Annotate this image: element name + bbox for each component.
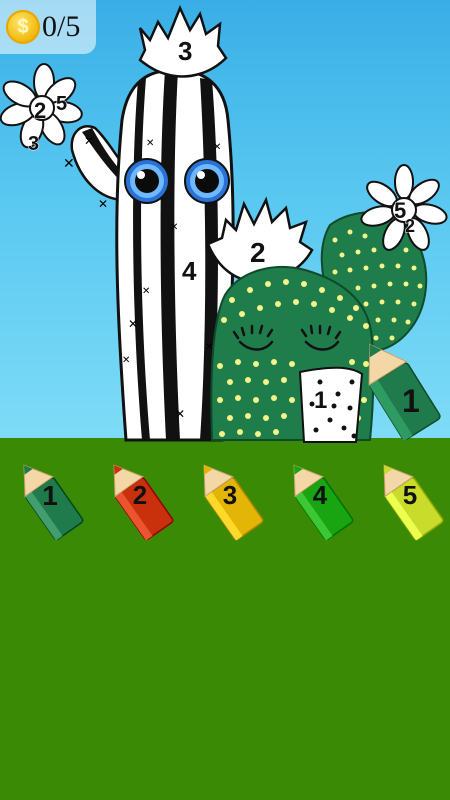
svg-text:✕: ✕: [84, 134, 94, 148]
pencil-label: 4: [312, 480, 328, 510]
svg-text:✕: ✕: [142, 286, 150, 297]
svg-text:✕: ✕: [170, 222, 178, 233]
svg-text:✕: ✕: [175, 407, 185, 421]
pencil-1[interactable]: 1: [2, 452, 92, 542]
region-label-tall-top: 3: [178, 36, 192, 66]
pencil-4[interactable]: 4: [272, 452, 362, 542]
region-label-tall-body: 4: [182, 256, 197, 286]
region-label-pot: 1: [314, 387, 327, 414]
coloring-canvas[interactable]: ✕ ✕ ✕ ✕ ✕ ✕ ✕ ✕ ✕ ✕ ✕ 3 4 2 5 3 2 5 2 1 …: [0, 0, 450, 445]
region-label-left-flower-b: 5: [56, 93, 67, 115]
svg-text:✕: ✕: [63, 155, 75, 171]
svg-text:✕: ✕: [213, 142, 221, 153]
pencil-label: 2: [132, 480, 148, 510]
pencil-label: 1: [42, 480, 58, 511]
svg-text:✕: ✕: [128, 317, 138, 331]
white-pot[interactable]: [298, 366, 364, 443]
region-label-right-flower-b: 2: [405, 216, 415, 236]
pencil-2[interactable]: 2: [92, 452, 182, 542]
dollar-coin-icon: $: [6, 10, 40, 44]
region-label-middle-flower: 2: [250, 237, 266, 268]
pencil-5[interactable]: 5: [362, 452, 450, 542]
pencil-label: 5: [402, 480, 418, 510]
svg-text:✕: ✕: [146, 138, 154, 149]
region-label-left-flower: 2: [34, 98, 46, 123]
svg-text:✕: ✕: [122, 355, 130, 366]
selected-pencil-label: 1: [402, 383, 420, 419]
pencil-label: 3: [222, 480, 238, 510]
svg-text:✕: ✕: [98, 197, 108, 211]
region-label-left-flower-c: 3: [28, 133, 39, 155]
pencil-3[interactable]: 3: [182, 452, 272, 542]
coin-counter-panel: $ 0/5: [0, 0, 96, 54]
coin-count: 0/5: [42, 10, 81, 43]
